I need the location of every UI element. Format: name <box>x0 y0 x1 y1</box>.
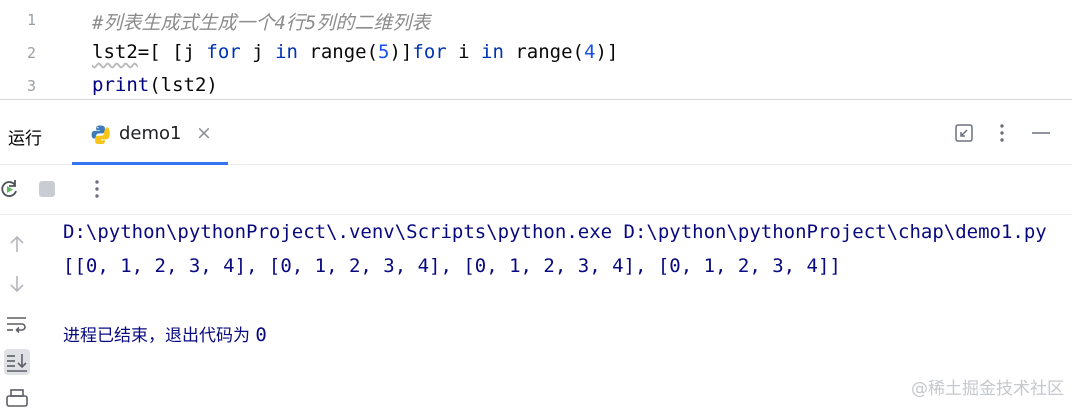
console-command-line: D:\python\pythonProject\.venv\Scripts\py… <box>63 221 1047 243</box>
console-sidebar <box>0 215 40 407</box>
code-token: i <box>446 41 482 63</box>
restore-icon[interactable] <box>953 122 975 144</box>
code-token: )] <box>389 41 413 63</box>
scroll-to-end-icon[interactable] <box>4 349 30 375</box>
down-arrow-icon[interactable] <box>4 271 30 297</box>
line-number: 3 <box>26 77 36 95</box>
up-arrow-icon[interactable] <box>4 231 30 257</box>
code-token: )] <box>595 41 619 63</box>
watermark: @稀土掘金技术社区 <box>911 379 1064 399</box>
exit-code: 0 <box>255 324 267 346</box>
code-token: =[ [j <box>137 41 207 63</box>
tab-demo1[interactable]: demo1 × <box>72 100 228 165</box>
code-token: (lst2) <box>149 74 218 96</box>
soft-wrap-icon[interactable] <box>4 311 30 337</box>
code-keyword: for <box>412 41 447 63</box>
minimize-icon[interactable] <box>1030 122 1052 144</box>
code-keyword: for <box>206 41 241 63</box>
code-builtin: print <box>92 74 150 96</box>
tool-window-header: 运行 demo1 × <box>0 100 1072 165</box>
code-comment[interactable]: #列表生成式生成一个4行5列的二维列表 <box>92 8 430 35</box>
tab-label: demo1 <box>119 123 182 144</box>
more-vert-icon[interactable] <box>86 178 108 200</box>
python-icon <box>90 124 110 145</box>
line-number: 2 <box>26 44 36 62</box>
exit-message: 进程已结束，退出代码为 <box>63 326 256 346</box>
run-toolbar <box>0 164 1072 215</box>
code-token: lst2 <box>92 41 138 63</box>
code-token: range( <box>503 41 584 63</box>
code-number: 4 <box>584 41 596 63</box>
code-line-2[interactable]: lst2=[ [j for j in range(5)]for i in ran… <box>92 41 618 63</box>
code-number: 5 <box>378 41 390 63</box>
code-editor[interactable]: 1 2 3 #列表生成式生成一个4行5列的二维列表 lst2=[ [j for … <box>0 0 1072 100</box>
line-number: 1 <box>26 11 36 29</box>
console-output-line: [[0, 1, 2, 3, 4], [0, 1, 2, 3, 4], [0, 1… <box>63 255 841 277</box>
rerun-icon[interactable] <box>0 178 20 200</box>
console-exit-line: 进程已结束，退出代码为 0 <box>63 321 267 346</box>
tool-window-title: 运行 <box>8 129 42 149</box>
code-line-3[interactable]: print(lst2) <box>92 74 218 96</box>
close-icon[interactable]: × <box>196 122 212 144</box>
code-keyword: in <box>481 41 504 63</box>
run-tool-window: 运行 demo1 × D:\python\pythonProject\.venv… <box>0 99 1072 407</box>
print-icon[interactable] <box>4 387 30 413</box>
code-keyword: in <box>275 41 298 63</box>
more-vert-icon[interactable] <box>991 122 1013 144</box>
code-token: range( <box>297 41 379 63</box>
code-token: j <box>240 41 276 63</box>
stop-icon[interactable] <box>36 178 58 200</box>
